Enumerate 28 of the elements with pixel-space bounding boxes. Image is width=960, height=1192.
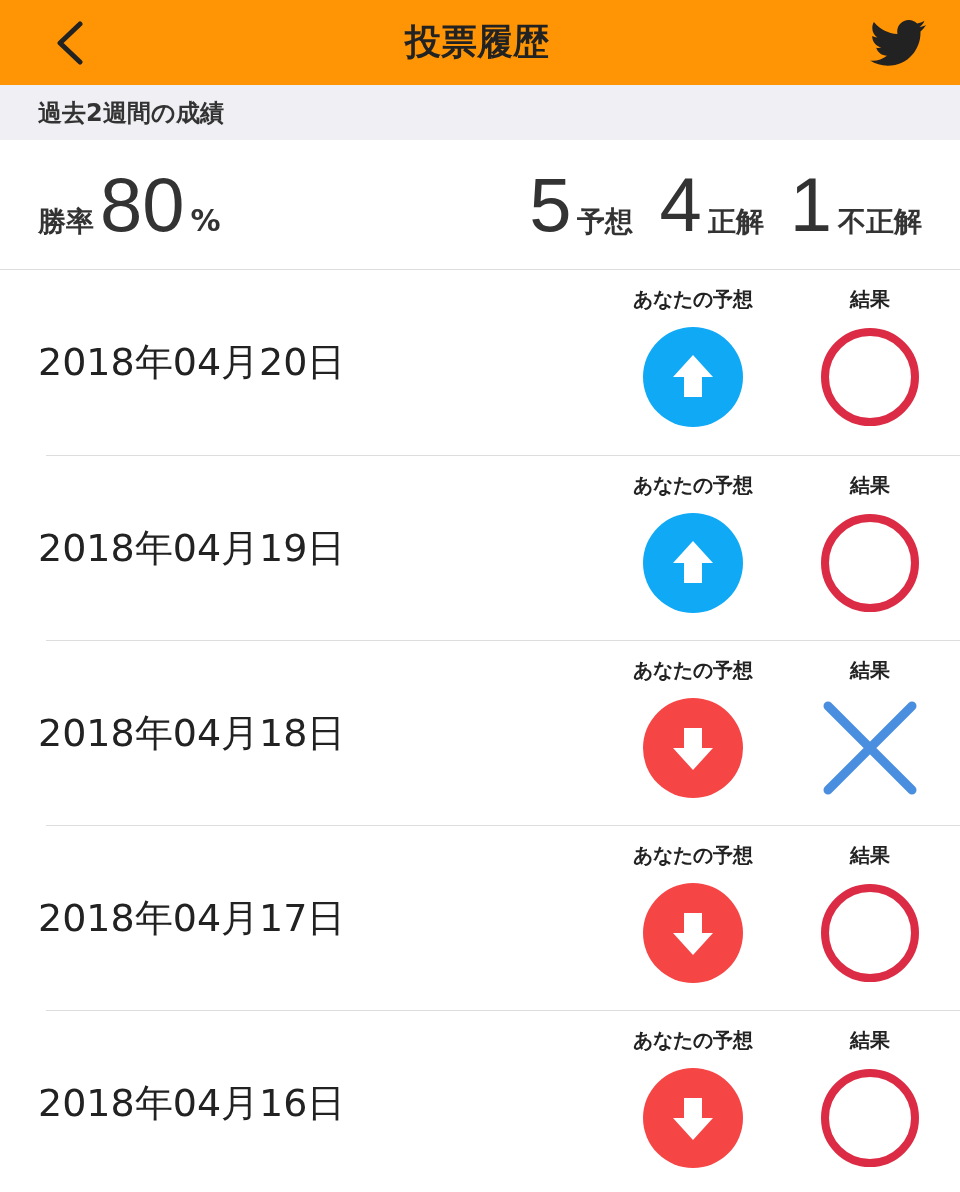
result-label: 結果: [850, 286, 890, 313]
vote-date: 2018年04月20日: [38, 339, 347, 386]
prediction-label: あなたの予想: [633, 841, 753, 869]
count-unit: 不正解: [838, 204, 922, 240]
bird-icon[interactable]: [870, 19, 926, 66]
prediction-label: あなたの予想: [633, 656, 753, 684]
result-label: 結果: [850, 656, 890, 684]
win-rate-value: 80: [100, 161, 185, 248]
vote-date: 2018年04月18日: [38, 709, 347, 757]
prediction-label: あなたの予想: [633, 471, 753, 499]
count-value: 1: [789, 161, 832, 248]
result-label: 結果: [850, 1026, 890, 1054]
count-unit: 正解: [707, 204, 764, 240]
section-title: 過去2週間の成績: [38, 97, 224, 129]
vote-date: 2018年04月19日: [38, 524, 347, 572]
page-title: 投票履歴: [405, 20, 549, 64]
vote-date: 2018年04月17日: [38, 894, 347, 942]
count-value: 5: [529, 161, 572, 248]
prediction-label: あなたの予想: [633, 1026, 753, 1054]
win-rate-label: 勝率: [38, 204, 94, 240]
percent-unit: %: [190, 203, 221, 238]
result-label: 結果: [850, 841, 890, 869]
result-label: 結果: [850, 471, 890, 499]
vote-date: 2018年04月16日: [38, 1079, 347, 1127]
back-icon[interactable]: [54, 20, 84, 65]
count-value: 4: [659, 161, 702, 248]
count-unit: 予想: [577, 204, 634, 240]
prediction-label: あなたの予想: [633, 286, 753, 313]
